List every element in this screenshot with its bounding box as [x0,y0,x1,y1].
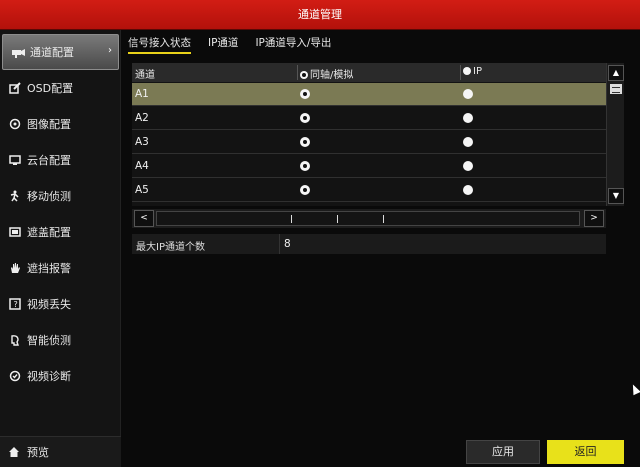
ip-radio[interactable] [463,161,473,171]
tamper-hand-icon [8,261,22,275]
channel-table: 通道 同轴/模拟 IP A1 A2 A3 A4 A5 [132,63,606,206]
channel-name: A4 [135,160,149,172]
sidebar-item-label: 视频丢失 [27,298,71,311]
table-row[interactable]: A1 [132,83,606,106]
sidebar-item-image-config[interactable]: 图像配置 [0,106,121,142]
scroll-up-button[interactable]: ▲ [608,65,624,81]
scroll-left-button[interactable]: < [134,210,154,227]
horizontal-scroll-track[interactable] [156,211,580,226]
tab-ip-channel[interactable]: IP通道 [208,32,238,54]
video-diagnosis-icon [8,369,22,383]
ip-radio[interactable] [463,89,473,99]
analog-radio[interactable] [300,89,310,99]
back-button[interactable]: 返回 [547,440,624,464]
sidebar-item-label: 移动侦测 [27,190,71,203]
sidebar-item-video-diagnosis[interactable]: 视频诊断 [0,358,121,394]
column-header-channel: 通道 [135,70,155,81]
sidebar-item-label: 遮挡报警 [27,262,71,275]
sidebar: 通道配置 › OSD配置 图像配置 云台配置 移动侦测 遮盖配置 遮挡报警 ? … [0,30,121,467]
analog-radio[interactable] [300,113,310,123]
radio-all-ip [463,67,471,75]
motion-person-icon [8,189,22,203]
table-row[interactable]: A5 [132,179,606,202]
sidebar-item-smart-detection[interactable]: 智能侦测 [0,322,121,358]
image-settings-icon [8,117,22,131]
ip-radio[interactable] [463,137,473,147]
sidebar-item-ptz-config[interactable]: 云台配置 [0,142,121,178]
column-header-analog[interactable]: 同轴/模拟 [300,66,353,81]
horizontal-scrollbar[interactable]: < > [132,209,606,228]
osd-edit-icon [8,81,22,95]
scroll-thumb[interactable] [610,84,622,94]
camera-icon [11,45,25,59]
sidebar-item-video-loss[interactable]: ? 视频丢失 [0,286,121,322]
smart-detection-icon [8,333,22,347]
sidebar-item-motion-detection[interactable]: 移动侦测 [0,178,121,214]
home-icon [8,445,22,459]
sidebar-item-label: 图像配置 [27,118,71,131]
chevron-right-icon: › [108,45,112,56]
analog-radio[interactable] [300,137,310,147]
max-ip-channels-value: 8 [284,238,291,250]
vertical-scrollbar[interactable]: ▲ ▼ [606,63,624,206]
apply-button[interactable]: 应用 [466,440,540,464]
sidebar-item-channel-config[interactable]: 通道配置 › [2,34,119,70]
tab-ip-import-export[interactable]: IP通道导入/导出 [255,32,331,54]
radio-all-analog [300,71,308,79]
channel-name: A1 [135,88,149,100]
svg-text:?: ? [14,300,18,309]
tab-signal-input-status[interactable]: 信号接入状态 [128,32,191,54]
scroll-right-button[interactable]: > [584,210,604,227]
channel-name: A5 [135,184,149,196]
sidebar-item-label: 通道配置 [30,46,74,59]
mouse-cursor-icon [629,382,640,396]
ip-radio[interactable] [463,113,473,123]
sidebar-item-label: 智能侦测 [27,334,71,347]
channel-name: A3 [135,136,149,148]
table-row[interactable]: A4 [132,155,606,178]
video-loss-icon: ? [8,297,22,311]
analog-radio[interactable] [300,185,310,195]
privacy-mask-icon [8,225,22,239]
sidebar-item-tamper-alarm[interactable]: 遮挡报警 [0,250,121,286]
table-row[interactable]: A2 [132,107,606,130]
analog-radio[interactable] [300,161,310,171]
max-ip-channels-row: 最大IP通道个数 8 [132,234,606,254]
sidebar-item-label: 预览 [27,446,49,459]
sidebar-item-privacy-mask[interactable]: 遮盖配置 [0,214,121,250]
tab-bar: 信号接入状态 IP通道 IP通道导入/导出 [128,32,348,54]
sidebar-item-label: 视频诊断 [27,370,71,383]
sidebar-item-label: OSD配置 [27,82,74,95]
channel-name: A2 [135,112,149,124]
sidebar-item-osd-config[interactable]: OSD配置 [0,70,121,106]
ip-radio[interactable] [463,185,473,195]
table-row[interactable]: A3 [132,131,606,154]
sidebar-item-preview[interactable]: 预览 [0,436,121,467]
window-title: 通道管理 [0,0,640,30]
column-header-ip[interactable]: IP [463,66,482,77]
max-ip-channels-label: 最大IP通道个数 [136,242,205,253]
sidebar-item-label: 遮盖配置 [27,226,71,239]
sidebar-item-label: 云台配置 [27,154,71,167]
scroll-down-button[interactable]: ▼ [608,188,624,204]
ptz-icon [8,153,22,167]
table-header: 通道 同轴/模拟 IP [132,63,606,82]
